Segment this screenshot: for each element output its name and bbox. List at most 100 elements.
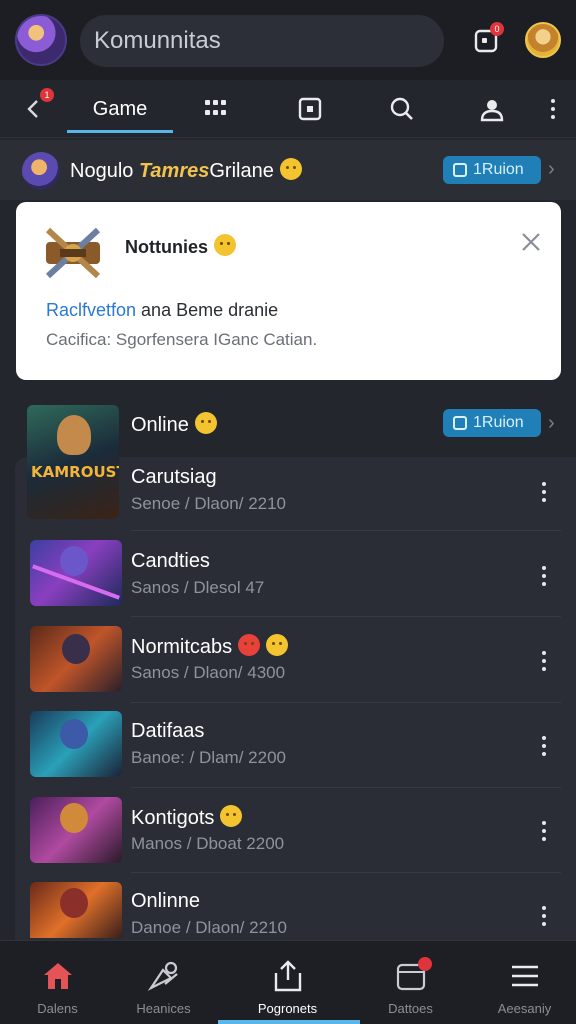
pill-icon	[453, 163, 467, 177]
tab-profile[interactable]	[472, 80, 512, 138]
share-icon	[271, 959, 305, 993]
nav-item-share[interactable]: Pogronets	[230, 941, 345, 1024]
game-thumbnail[interactable]: KAMROUST	[27, 405, 119, 519]
tab-grid[interactable]	[196, 80, 236, 138]
list-item-subtitle: Manos / Dboat 2200	[131, 834, 285, 853]
online-header-title: Online	[131, 412, 217, 437]
list-item-title-text: Normitcabs	[131, 636, 233, 658]
list-item-subtitle: Senoe / Dlaon/ 2210	[131, 494, 287, 513]
list-item-subtitle: Banoe: / Dlam/ 2200	[131, 748, 286, 767]
notification-body-text: ana Beme dranie	[136, 300, 279, 320]
nav-item-home[interactable]: Dalens	[0, 941, 115, 1024]
game-thumbnail[interactable]	[30, 626, 122, 692]
grid-icon	[205, 100, 226, 115]
divider	[131, 616, 561, 617]
nav-label: Dalens	[37, 1001, 78, 1016]
online-pill-label: 1Ruion	[473, 414, 524, 431]
crossed-weapons-icon	[45, 227, 101, 279]
notification-title-text: Nottunies	[125, 237, 208, 257]
nav-item-menu[interactable]: Aeesaniy	[467, 941, 576, 1024]
emoji-icon	[279, 158, 302, 180]
notification-link[interactable]: Raclfvetfon	[46, 300, 136, 320]
game-thumbnail[interactable]	[30, 711, 122, 777]
notification-card[interactable]: Nottunies Raclfvetfon ana Beme dranie Ca…	[16, 202, 561, 380]
emoji-icon	[194, 412, 217, 434]
back-badge: 1	[40, 88, 54, 102]
divider	[131, 702, 561, 703]
banner-title-suffix: Grilane	[209, 160, 274, 182]
item-more-icon[interactable]	[540, 821, 548, 841]
app-avatar[interactable]	[15, 14, 67, 66]
banner-pill-label: 1Ruion	[473, 161, 524, 178]
game-thumbnail[interactable]	[30, 797, 122, 863]
back-button[interactable]: 1	[14, 80, 54, 138]
square-icon	[298, 97, 322, 121]
notification-badge: 0	[490, 22, 504, 36]
emoji-icon	[266, 634, 289, 656]
list-item-title[interactable]: Datifaas	[131, 720, 204, 743]
item-more-icon[interactable]	[540, 906, 548, 926]
nav-item-tools[interactable]: Heanices	[106, 941, 221, 1024]
more-icon	[549, 99, 557, 119]
notification-button[interactable]: 0	[466, 20, 506, 60]
emoji-icon	[214, 234, 236, 256]
list-item-title-text: Kontigots	[131, 807, 215, 829]
list-item-title[interactable]: Kontigots	[131, 805, 243, 830]
banner-title-highlight: Tamres	[138, 160, 210, 182]
divider	[131, 530, 561, 531]
notification-body-line1: Raclfvetfon ana Beme dranie	[46, 300, 278, 321]
pill-icon	[453, 416, 467, 430]
nav-item-calendar[interactable]: Dattoes	[353, 941, 468, 1024]
nav-label: Pogronets	[257, 1001, 318, 1016]
tab-active-indicator	[67, 130, 173, 133]
calendar-badge	[417, 957, 432, 971]
emoji-icon	[238, 634, 261, 656]
search-icon	[390, 97, 413, 120]
emoji-icon	[220, 805, 243, 827]
tools-icon	[147, 959, 181, 993]
notification-title: Nottunies	[125, 234, 236, 258]
list-item-title[interactable]: Carutsiag	[131, 466, 217, 489]
list-item-title[interactable]: Candties	[131, 550, 210, 573]
banner-avatar[interactable]	[22, 152, 60, 190]
search-text: Komunnitas	[94, 27, 221, 54]
bottom-nav: Dalens Heanices Pogronets Dattoes Aeesan…	[0, 940, 576, 1024]
chevron-right-icon[interactable]: ›	[548, 159, 562, 179]
online-label: Online	[131, 414, 189, 436]
tab-game-label: Game	[92, 97, 148, 120]
more-button[interactable]	[540, 80, 566, 138]
list-item-subtitle: Danoe / Dlaon/ 2210	[131, 918, 287, 937]
divider	[131, 787, 561, 788]
user-avatar[interactable]	[525, 22, 561, 58]
nav-label: Dattoes	[388, 1001, 433, 1016]
nav-label: Heanices	[136, 1001, 191, 1016]
menu-icon	[508, 959, 542, 993]
list-item-title[interactable]: Onlinne	[131, 890, 200, 913]
tab-search[interactable]	[382, 80, 422, 138]
item-more-icon[interactable]	[540, 651, 548, 671]
divider	[131, 872, 561, 873]
item-more-icon[interactable]	[540, 482, 548, 502]
nav-label: Aeesaniy	[497, 1001, 552, 1016]
close-icon[interactable]	[519, 230, 543, 254]
banner-title-prefix: Nogulo	[70, 160, 139, 182]
notification-body-line2: Cacifica: Sgorfensera IGanc Catian.	[46, 330, 318, 349]
game-thumbnail[interactable]	[30, 540, 122, 606]
calendar-icon	[394, 957, 432, 993]
list-item-title[interactable]: Normitcabs	[131, 634, 289, 659]
game-thumbnail[interactable]	[30, 882, 122, 938]
item-more-icon[interactable]	[540, 566, 548, 586]
chevron-right-icon[interactable]: ›	[548, 413, 562, 433]
home-icon	[41, 959, 75, 993]
banner-title: Nogulo TamresGrilane	[70, 158, 302, 183]
banner-join-pill[interactable]: 1Ruion	[443, 156, 541, 184]
thumb-logo-text: KAMROUST	[31, 463, 119, 481]
tab-square[interactable]	[290, 80, 330, 138]
online-join-pill[interactable]: 1Ruion	[443, 409, 541, 437]
item-more-icon[interactable]	[540, 736, 548, 756]
search-input[interactable]: Komunnitas	[80, 15, 444, 67]
user-icon	[480, 100, 504, 122]
list-item-subtitle: Sanos / Dlesol 47	[131, 578, 265, 597]
nav-active-indicator	[218, 1020, 360, 1024]
back-icon	[27, 100, 38, 118]
